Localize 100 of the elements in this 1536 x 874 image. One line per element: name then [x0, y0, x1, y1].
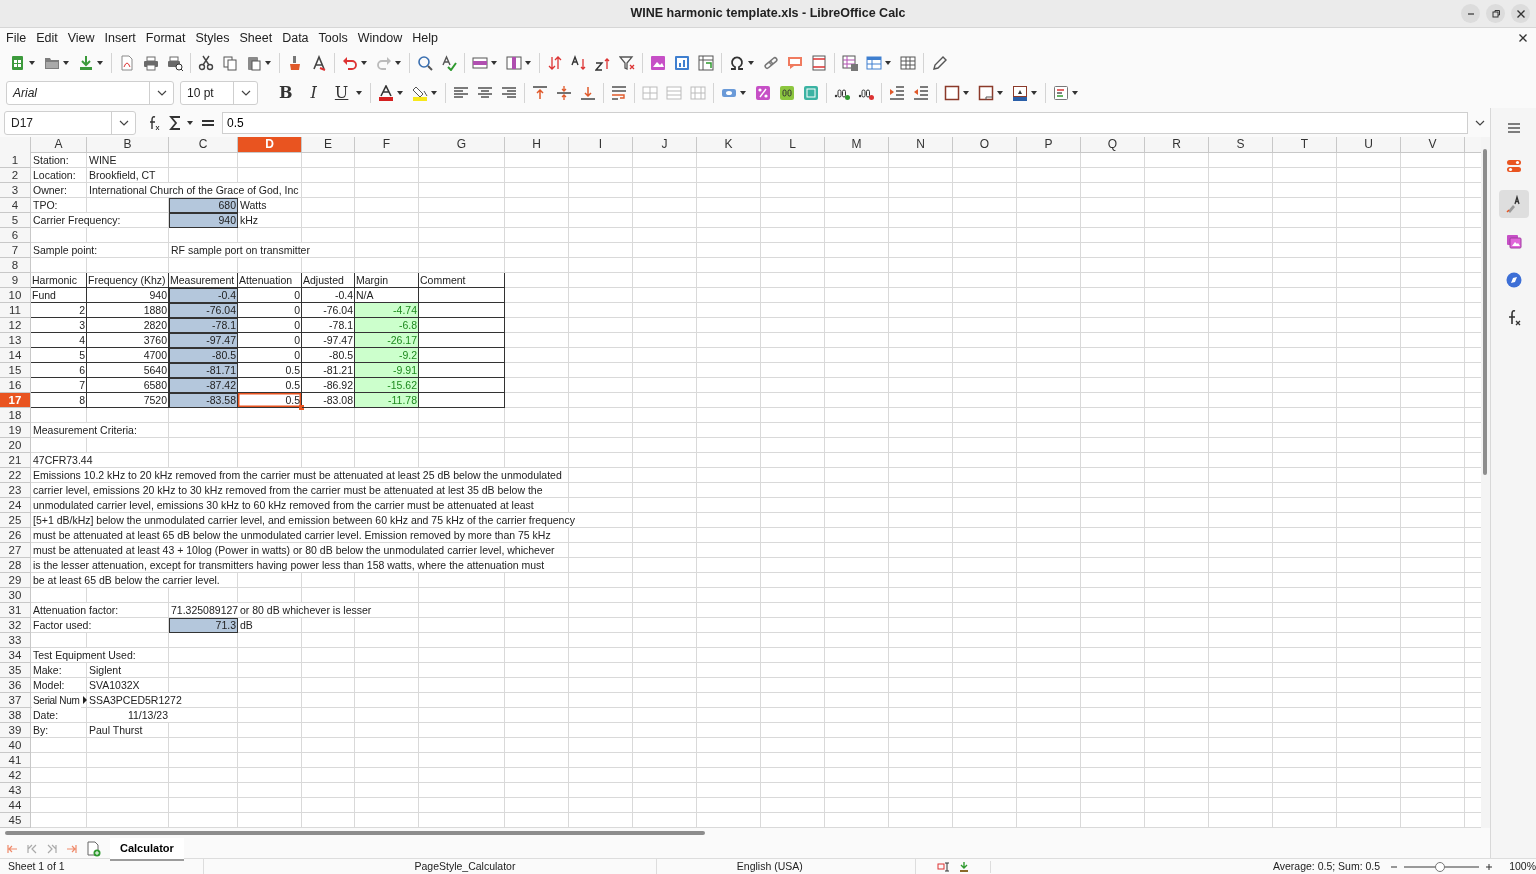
- table-cell[interactable]: Attenuation: [238, 273, 302, 288]
- menu-item[interactable]: Window: [353, 28, 407, 48]
- row-header[interactable]: 29: [0, 573, 31, 588]
- table-cell[interactable]: -97.47: [169, 333, 238, 348]
- caret-icon[interactable]: [396, 89, 405, 97]
- name-box[interactable]: D17: [4, 110, 136, 135]
- table-cell[interactable]: -11.78: [355, 393, 419, 408]
- close-icon[interactable]: [1515, 8, 1526, 19]
- font-color-icon[interactable]: [378, 85, 395, 101]
- caret-icon[interactable]: [394, 59, 402, 67]
- table-cell[interactable]: 4: [31, 333, 87, 348]
- row-header[interactable]: 8: [0, 258, 31, 273]
- new-spreadsheet-icon[interactable]: [10, 55, 26, 71]
- pdf-icon[interactable]: [119, 55, 135, 71]
- compass-icon[interactable]: [1504, 271, 1523, 289]
- row-header[interactable]: 21: [0, 453, 31, 468]
- row-header[interactable]: 42: [0, 768, 31, 783]
- restore-button[interactable]: [1486, 4, 1505, 23]
- styles-icon[interactable]: [1504, 195, 1523, 213]
- row-header[interactable]: 33: [0, 633, 31, 648]
- sidebar-button[interactable]: [1498, 190, 1529, 218]
- row-header[interactable]: 36: [0, 678, 31, 693]
- borders-icon[interactable]: [944, 85, 961, 101]
- menu-item[interactable]: Styles: [191, 28, 234, 48]
- underline-button[interactable]: U: [329, 83, 354, 103]
- freeze-icon[interactable]: [866, 55, 882, 71]
- caret-icon[interactable]: [962, 89, 971, 97]
- table-cell[interactable]: -6.8: [355, 318, 419, 333]
- folder-icon[interactable]: [44, 55, 60, 71]
- increase-indent-icon[interactable]: [889, 85, 906, 101]
- menu-item[interactable]: Insert: [100, 28, 140, 48]
- paintbrush-icon[interactable]: [287, 55, 303, 71]
- row-header[interactable]: 12: [0, 318, 31, 333]
- row-header[interactable]: 34: [0, 648, 31, 663]
- table-cell[interactable]: Frequency (Khz): [87, 273, 169, 288]
- column-icon[interactable]: [506, 55, 522, 71]
- chart-icon[interactable]: [674, 55, 690, 71]
- table-cell[interactable]: Adjusted: [302, 273, 355, 288]
- pivot-table-icon[interactable]: [698, 55, 714, 71]
- table-cell[interactable]: Fund: [31, 288, 87, 303]
- menu-item[interactable]: View: [63, 28, 99, 48]
- align-right-icon[interactable]: [501, 85, 518, 101]
- percent-icon[interactable]: [755, 85, 772, 101]
- caret-icon[interactable]: [186, 118, 194, 127]
- caret-icon[interactable]: [264, 59, 272, 67]
- zoom-slider-thumb[interactable]: [1435, 861, 1446, 872]
- row-header[interactable]: 32: [0, 618, 31, 633]
- table-cell[interactable]: 0.5: [238, 363, 302, 378]
- bold-button[interactable]: B: [274, 83, 298, 103]
- close-icon[interactable]: [1518, 33, 1528, 43]
- table-cell[interactable]: [419, 393, 505, 408]
- row-header[interactable]: 35: [0, 663, 31, 678]
- find-replace-icon[interactable]: [417, 55, 433, 71]
- menu-item[interactable]: File: [2, 28, 31, 48]
- menu-item[interactable]: Sheet: [235, 28, 277, 48]
- row-header[interactable]: 27: [0, 543, 31, 558]
- row-header[interactable]: 39: [0, 723, 31, 738]
- table-cell[interactable]: Harmonic: [31, 273, 87, 288]
- menu-item[interactable]: Data: [278, 28, 313, 48]
- undo-icon[interactable]: [342, 55, 358, 71]
- row-header[interactable]: 15: [0, 363, 31, 378]
- row-header[interactable]: 16: [0, 378, 31, 393]
- zoom-in-icon[interactable]: [1485, 862, 1494, 871]
- table-cell[interactable]: [419, 303, 505, 318]
- table-cell[interactable]: 0: [238, 348, 302, 363]
- omega-icon[interactable]: [729, 55, 745, 71]
- row-header[interactable]: 44: [0, 798, 31, 813]
- autofilter-icon[interactable]: [619, 55, 635, 71]
- paste-icon[interactable]: [246, 55, 262, 71]
- table-cell[interactable]: 3: [31, 318, 87, 333]
- table-cell[interactable]: 0.5: [238, 393, 302, 408]
- unmerge-cells-icon[interactable]: [690, 85, 707, 101]
- row-header[interactable]: 38: [0, 708, 31, 723]
- row-header[interactable]: 24: [0, 498, 31, 513]
- scrollbar-thumb[interactable]: [1483, 149, 1487, 475]
- row-header[interactable]: 11: [0, 303, 31, 318]
- add-sheet-icon[interactable]: [86, 841, 102, 858]
- italic-button[interactable]: I: [305, 83, 322, 103]
- cut-icon[interactable]: [198, 55, 214, 71]
- caret-icon[interactable]: [490, 59, 498, 67]
- table-cell[interactable]: -9.91: [355, 363, 419, 378]
- merge-cells-icon[interactable]: [642, 85, 659, 101]
- caret-icon[interactable]: [430, 89, 439, 97]
- print-area-icon[interactable]: [842, 55, 858, 71]
- table-cell[interactable]: -83.58: [169, 393, 238, 408]
- selection-mode-icon[interactable]: [936, 860, 950, 873]
- row-header[interactable]: 40: [0, 738, 31, 753]
- conditional-format-icon[interactable]: [1053, 85, 1070, 101]
- caret-icon[interactable]: [28, 59, 36, 67]
- sort-icon[interactable]: [547, 55, 563, 71]
- row-header[interactable]: 43: [0, 783, 31, 798]
- row-header[interactable]: 7: [0, 243, 31, 258]
- align-left-icon[interactable]: [453, 85, 470, 101]
- menu-item[interactable]: Help: [408, 28, 442, 48]
- properties-icon[interactable]: [1504, 157, 1523, 175]
- border-color-icon[interactable]: [1012, 85, 1029, 101]
- column-header[interactable]: D: [238, 137, 302, 153]
- table-cell[interactable]: -80.5: [169, 348, 238, 363]
- spelling-icon[interactable]: [441, 55, 457, 71]
- row-header[interactable]: 20: [0, 438, 31, 453]
